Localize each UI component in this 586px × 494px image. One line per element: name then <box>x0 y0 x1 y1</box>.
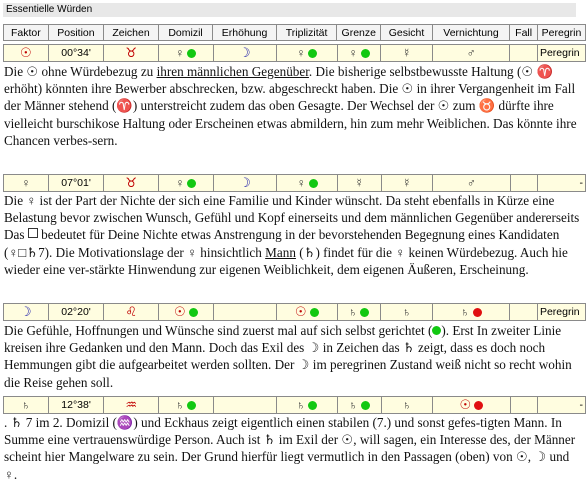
peregrin-cell: Peregrin <box>536 303 586 321</box>
paragraph-text: . ♄ 7 im 2. Domizil (♒) und Eckhaus zeig… <box>4 415 576 482</box>
col-header[interactable]: Fall <box>509 24 539 41</box>
dignity-row-moon: ☽ 02°20' ♌ ☉ ☉ ♄ ♄ ♄ Peregrin <box>3 303 586 321</box>
saturn-glyph: ♄ <box>296 398 306 412</box>
col-header[interactable]: Erhöhung <box>212 24 277 41</box>
mars-glyph: ♂ <box>466 46 476 60</box>
green-dot-icon <box>308 179 318 188</box>
saturn-glyph: ♄ <box>21 398 31 412</box>
taurus-glyph: ♉ <box>125 45 138 61</box>
green-dot-icon <box>187 49 197 58</box>
green-dot-icon <box>360 401 370 410</box>
dignity-row-saturn: ♄ 12°38' ♒ ♄ ♄ ♄ ♄ ☉ - <box>3 396 586 414</box>
paragraph-sun: Die ☉ ohne Würdebezug zu ihren männliche… <box>4 63 582 149</box>
sun-glyph: ☉ <box>459 397 472 413</box>
green-dot-icon <box>309 308 319 317</box>
erhoehung-cell <box>212 396 278 414</box>
moon-glyph: ☽ <box>239 45 251 61</box>
mercury-glyph: ☿ <box>402 46 412 60</box>
col-header[interactable]: Position <box>47 24 105 41</box>
mercury-glyph: ☿ <box>354 176 364 190</box>
header-row: Faktor Position Zeichen Domizil Erhöhung… <box>3 24 586 41</box>
table-row[interactable]: ☉ 00°34' ♉ ♀ ☽ ♀ ♀ ☿ ♂ Peregrin <box>3 44 586 62</box>
green-dot-icon <box>432 326 442 335</box>
paragraph-venus: Die ♀ ist der Part der Nichte der sich e… <box>4 192 582 278</box>
col-header[interactable]: Vernichtung <box>431 24 511 41</box>
col-header[interactable]: Domizil <box>157 24 214 41</box>
col-header[interactable]: Faktor <box>3 24 49 41</box>
position-cell: 12°38' <box>47 396 105 414</box>
green-dot-icon <box>308 49 318 58</box>
fall-cell <box>509 396 539 414</box>
venus-glyph: ♀ <box>296 176 306 190</box>
venus-glyph: ♀ <box>296 46 306 60</box>
underlined-text: Mann <box>265 244 296 260</box>
green-dot-icon <box>360 49 370 58</box>
saturn-glyph: ♄ <box>402 398 412 412</box>
red-dot-icon <box>472 308 482 317</box>
saturn-glyph: ♄ <box>460 305 470 319</box>
mercury-glyph: ☿ <box>402 176 412 190</box>
leo-glyph: ♌ <box>125 304 137 320</box>
table-row[interactable]: ♀ 07°01' ♉ ♀ ☽ ♀ ☿ ☿ ♂ - <box>3 174 586 192</box>
col-header[interactable]: Zeichen <box>103 24 159 41</box>
header-table: Faktor Position Zeichen Domizil Erhöhung… <box>3 24 586 41</box>
green-dot-icon <box>188 308 198 317</box>
paragraph-saturn: . ♄ 7 im 2. Domizil (♒) und Eckhaus zeig… <box>4 414 582 483</box>
position-cell: 00°34' <box>47 44 105 62</box>
taurus-glyph: ♉ <box>125 175 138 191</box>
saturn-glyph: ♄ <box>175 398 185 412</box>
moon-glyph: ☽ <box>239 175 251 191</box>
col-header[interactable]: Gesicht <box>380 24 433 41</box>
position-cell: 07°01' <box>47 174 105 192</box>
sun-glyph: ☉ <box>294 304 307 320</box>
panel-title: Essentielle Würden <box>3 3 576 17</box>
position-cell: 02°20' <box>47 303 105 321</box>
square-aspect-icon <box>27 228 38 239</box>
underlined-text: ihren männlichen Gegenüber <box>156 64 309 79</box>
table-row[interactable]: ♄ 12°38' ♒ ♄ ♄ ♄ ♄ ☉ - <box>3 396 586 414</box>
paragraph-moon: Die Gefühle, Hoffnungen und Wünsche sind… <box>4 322 582 391</box>
green-dot-icon <box>187 401 197 410</box>
saturn-glyph: ♄ <box>348 305 358 319</box>
col-header[interactable]: Grenze <box>336 24 382 41</box>
green-dot-icon <box>360 308 370 317</box>
peregrin-cell: - <box>537 174 586 192</box>
paragraph-text: Die Gefühle, Hoffnungen und Wünsche sind… <box>4 323 433 338</box>
fall-cell <box>509 174 539 192</box>
venus-glyph: ♀ <box>175 46 185 60</box>
col-header[interactable]: Peregrin <box>537 24 586 41</box>
peregrin-cell: - <box>537 396 586 414</box>
paragraph-text: Die ☉ ohne Würdebezug zu <box>4 64 157 79</box>
red-dot-icon <box>474 401 484 410</box>
erhoehung-cell <box>212 303 277 321</box>
venus-glyph: ♀ <box>175 176 185 190</box>
saturn-glyph: ♄ <box>348 398 358 412</box>
green-dot-icon <box>187 179 197 188</box>
table-row[interactable]: ☽ 02°20' ♌ ☉ ☉ ♄ ♄ ♄ Peregrin <box>3 303 586 321</box>
venus-glyph: ♀ <box>21 176 31 190</box>
fall-cell <box>509 44 538 62</box>
venus-glyph: ♀ <box>348 46 358 60</box>
sun-glyph: ☉ <box>20 45 32 61</box>
saturn-glyph: ♄ <box>402 305 412 319</box>
peregrin-cell: Peregrin <box>536 44 586 62</box>
fall-cell <box>509 303 538 321</box>
dignity-row-sun: ☉ 00°34' ♉ ♀ ☽ ♀ ♀ ☿ ♂ Peregrin <box>3 44 586 62</box>
moon-glyph: ☽ <box>20 304 32 320</box>
col-header[interactable]: Triplizität <box>275 24 338 41</box>
mars-glyph: ♂ <box>466 176 476 190</box>
green-dot-icon <box>308 401 318 410</box>
dignity-row-venus: ♀ 07°01' ♉ ♀ ☽ ♀ ☿ ☿ ♂ - <box>3 174 586 192</box>
aquarius-glyph: ♒ <box>125 397 138 413</box>
sun-glyph: ☉ <box>173 304 186 320</box>
